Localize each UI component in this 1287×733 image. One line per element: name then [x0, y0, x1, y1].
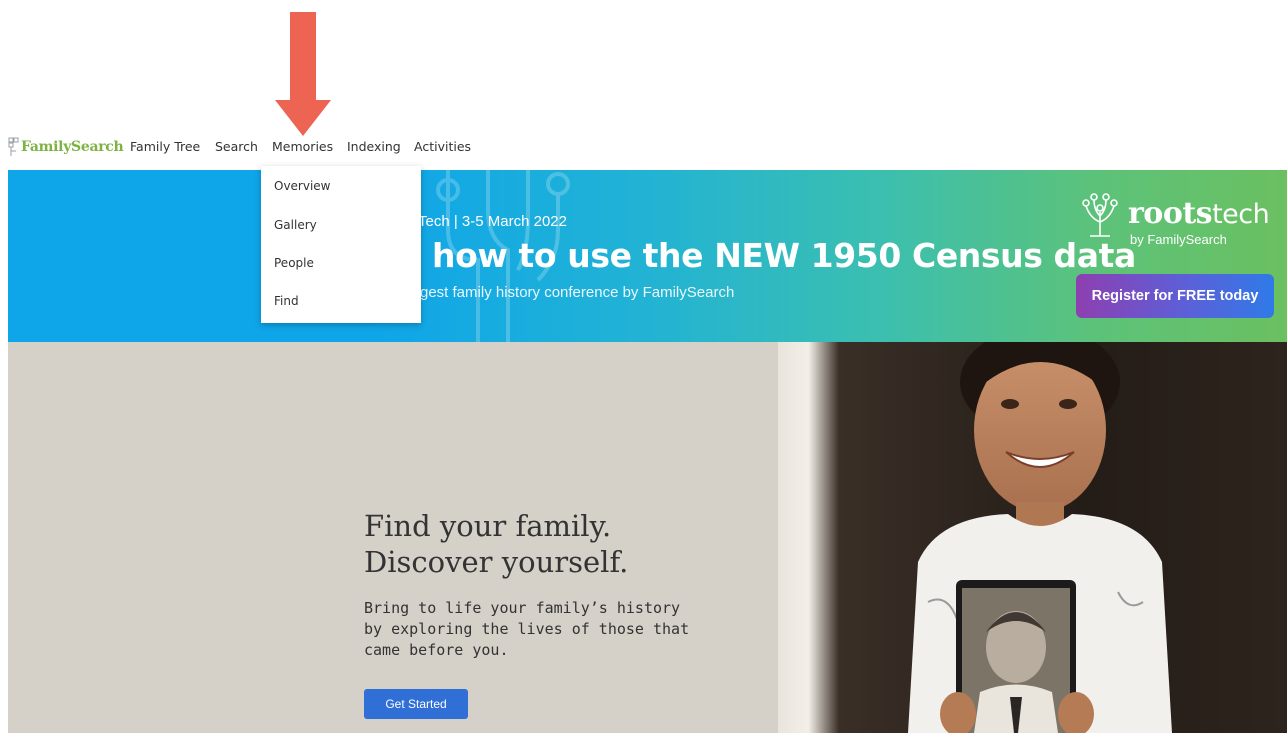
menu-item-people[interactable]: People — [274, 256, 314, 270]
familysearch-logo[interactable]: FamilySearch — [8, 128, 124, 166]
top-navigation: FamilySearch Family Tree Search Memories… — [0, 128, 1287, 166]
rootstech-wordmark: rootstech — [1128, 196, 1270, 231]
familysearch-tree-logo-icon — [8, 137, 19, 156]
menu-item-gallery[interactable]: Gallery — [274, 218, 317, 232]
nav-item-indexing[interactable]: Indexing — [347, 128, 401, 166]
banner-kicker: otsTech | 3-5 March 2022 — [398, 213, 567, 230]
get-started-button[interactable]: Get Started — [364, 689, 468, 719]
nav-item-memories[interactable]: Memories — [272, 128, 333, 166]
menu-item-overview[interactable]: Overview — [274, 179, 331, 193]
banner-headline: how to use the NEW 1950 Census data — [432, 236, 1136, 275]
hero-title: Find your family. Discover yourself. — [364, 508, 628, 580]
rootstech-tree-logo-icon — [1082, 193, 1118, 237]
rootstech-byline: by FamilySearch — [1130, 232, 1227, 247]
logo-text: FamilySearch — [21, 139, 124, 155]
hero-photo — [778, 342, 1287, 733]
rootstech-logo: rootstech by FamilySearch — [1078, 192, 1278, 262]
banner-subtext: gest family history conference by Family… — [420, 284, 735, 301]
hero-title-line-1: Find your family. — [364, 509, 612, 543]
nav-item-family-tree[interactable]: Family Tree — [130, 128, 200, 166]
annotation-arrow-icon — [275, 12, 331, 136]
hero-section: Find your family. Discover yourself. Bri… — [8, 342, 1287, 733]
menu-item-find[interactable]: Find — [274, 294, 299, 308]
hero-description: Bring to life your family’s history by e… — [364, 599, 690, 659]
rootstech-banner[interactable]: otsTech | 3-5 March 2022 how to use the … — [8, 170, 1287, 342]
nav-item-activities[interactable]: Activities — [414, 128, 471, 166]
rootstech-wordmark-roots: roots — [1128, 196, 1213, 231]
register-button[interactable]: Register for FREE today — [1076, 274, 1274, 318]
memories-dropdown-menu: Overview Gallery People Find — [261, 166, 421, 323]
nav-item-search[interactable]: Search — [215, 128, 258, 166]
rootstech-wordmark-tech: tech — [1212, 199, 1270, 230]
hero-title-line-2: Discover yourself. — [364, 545, 629, 579]
